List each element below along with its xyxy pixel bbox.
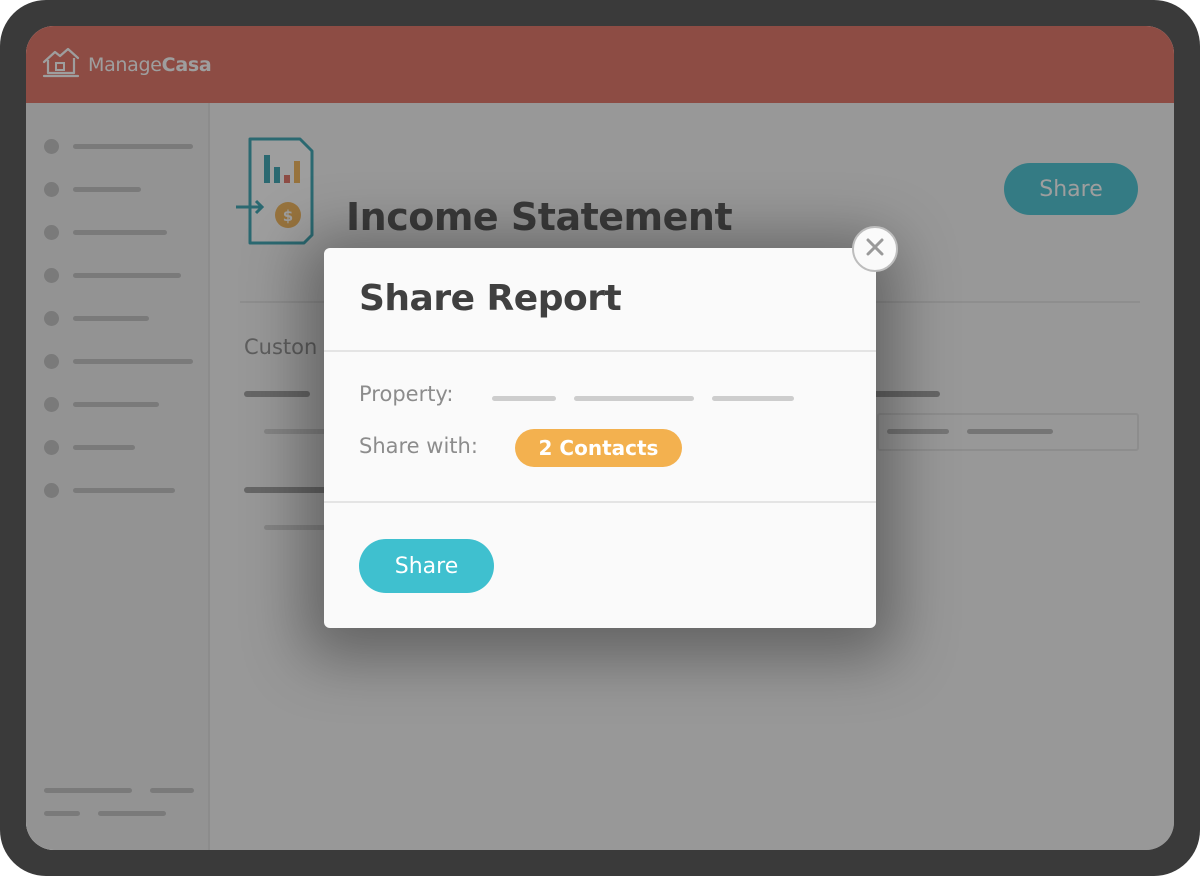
modal-close-button[interactable] <box>852 226 898 272</box>
tablet-frame: ManageCasa $ Income Statement Share Cust… <box>0 0 1200 876</box>
modal-divider <box>324 501 876 503</box>
property-value-placeholder <box>574 396 694 401</box>
property-label: Property: <box>359 382 454 406</box>
share-report-modal: Share Report Property: Share with: 2 Con… <box>324 248 876 628</box>
modal-title: Share Report <box>359 278 622 319</box>
app-screen: ManageCasa $ Income Statement Share Cust… <box>26 26 1174 850</box>
property-value-placeholder <box>712 396 794 401</box>
modal-divider <box>324 350 876 352</box>
close-icon <box>865 237 885 261</box>
contacts-badge[interactable]: 2 Contacts <box>515 429 682 467</box>
property-value-placeholder <box>492 396 556 401</box>
modal-share-button[interactable]: Share <box>359 539 494 593</box>
share-with-label: Share with: <box>359 434 478 458</box>
